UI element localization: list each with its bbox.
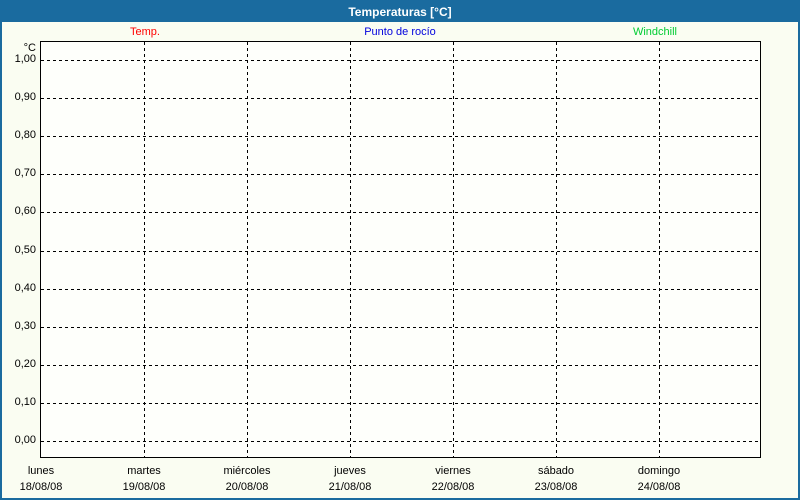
title-bar: Temperaturas [°C] xyxy=(2,2,798,22)
x-date-label: 18/08/08 xyxy=(19,481,63,493)
x-weekday-label: viernes xyxy=(435,465,471,477)
gridline-horizontal xyxy=(41,60,760,61)
x-date-label: 23/08/08 xyxy=(534,481,578,493)
y-tick-label: 0,70 xyxy=(14,167,36,180)
x-weekday-label: domingo xyxy=(637,465,681,477)
gridline-horizontal xyxy=(41,174,760,176)
x-weekday-label: sábado xyxy=(537,465,575,477)
gridline-horizontal xyxy=(41,98,760,100)
y-tick-label: 0,10 xyxy=(14,395,36,408)
page-title: Temperaturas [°C] xyxy=(348,5,452,19)
x-weekday-label: martes xyxy=(127,465,161,477)
legend-item-temp: Temp. xyxy=(130,26,160,38)
gridline-horizontal xyxy=(41,441,760,442)
x-date-label: 24/08/08 xyxy=(637,481,681,493)
gridline-vertical xyxy=(144,42,145,457)
gridline-vertical xyxy=(247,42,248,457)
legend-item-windchill: Windchill xyxy=(632,26,677,38)
gridline-horizontal xyxy=(41,326,760,328)
x-date-label: 21/08/08 xyxy=(328,481,372,493)
x-weekday-label: jueves xyxy=(334,465,366,477)
gridline-vertical xyxy=(659,42,660,457)
y-tick-label: 0,50 xyxy=(14,243,36,256)
gridline-horizontal xyxy=(41,250,760,252)
gridline-horizontal xyxy=(41,288,760,290)
y-tick-label: 0,60 xyxy=(14,205,36,218)
y-tick-label: 0,40 xyxy=(14,281,36,294)
gridline-vertical xyxy=(350,42,351,457)
y-tick-label: 0,20 xyxy=(14,357,36,370)
plot-area xyxy=(40,41,761,458)
y-tick-label: 0,00 xyxy=(14,434,36,446)
gridline-vertical xyxy=(453,42,454,457)
x-weekday-label: miércoles xyxy=(223,465,271,477)
gridline-horizontal xyxy=(41,402,760,404)
chart-window: Temperaturas [°C] Temp. Punto de rocío Win… xyxy=(0,0,800,500)
x-date-label: 22/08/08 xyxy=(431,481,475,493)
x-date-label: 20/08/08 xyxy=(225,481,269,493)
gridline-vertical xyxy=(556,42,557,457)
y-tick-label: 0,80 xyxy=(14,129,36,142)
gridline-horizontal xyxy=(41,136,760,138)
gridline-horizontal xyxy=(41,212,760,214)
x-weekday-label: lunes xyxy=(27,465,55,477)
y-tick-label: 0,30 xyxy=(14,319,36,332)
y-tick-label: 0,90 xyxy=(14,91,36,104)
x-date-label: 19/08/08 xyxy=(122,481,166,493)
gridline-horizontal xyxy=(41,364,760,366)
legend-item-punto-de-roc-o: Punto de rocío xyxy=(364,26,436,38)
y-tick-label: 1,00 xyxy=(14,53,36,65)
